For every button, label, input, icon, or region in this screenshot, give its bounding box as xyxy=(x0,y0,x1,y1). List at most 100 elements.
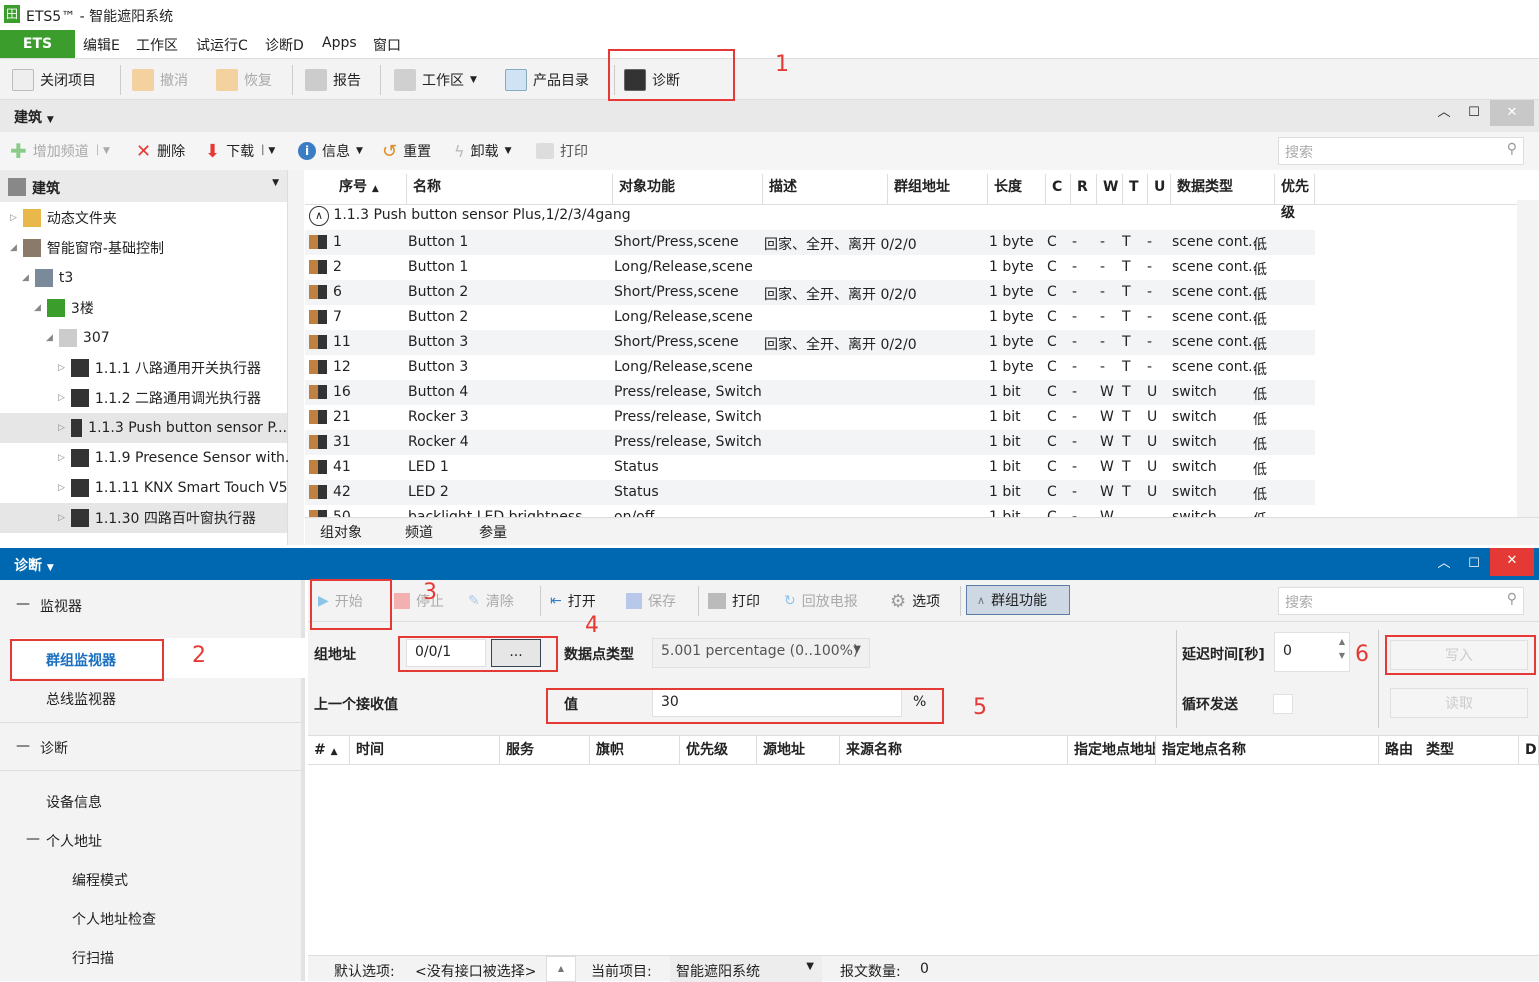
nav-device-info[interactable]: 设备信息 xyxy=(46,792,102,812)
download-button[interactable]: ⬇ 下载 │ ▼ xyxy=(205,138,275,164)
tab-parameters[interactable]: 参量 xyxy=(479,522,507,542)
collapse-icon[interactable]: ︿ xyxy=(1428,100,1460,126)
spinner-arrows-icon[interactable]: ▲ ▼ xyxy=(1339,635,1345,663)
maximize-icon[interactable]: ☐ xyxy=(1458,551,1490,577)
undo-button[interactable]: 撤消 xyxy=(132,67,188,93)
options-button[interactable]: ⚙ 选项 xyxy=(890,588,940,614)
expand-arrow-icon[interactable]: ▷ xyxy=(58,393,65,403)
tree-item[interactable]: ◢ 智能窗帘-基础控制 xyxy=(10,233,164,263)
menu-apps[interactable]: Apps xyxy=(322,35,357,51)
menu-commissioning[interactable]: 试运行C xyxy=(196,35,248,55)
cyclic-checkbox[interactable] xyxy=(1273,694,1293,714)
nav-monitor[interactable]: 监视器 xyxy=(40,596,82,616)
tree-item[interactable]: ▷ 1.1.2 二路通用调光执行器 xyxy=(58,383,261,413)
nav-address-check[interactable]: 个人地址检查 xyxy=(72,909,156,929)
table-row[interactable]: 7 Button 2 Long/Release,scene 1 byte C - - T - sc… xyxy=(305,305,1315,330)
catalog-button[interactable]: 产品目录 xyxy=(505,67,589,93)
ets-menu-button[interactable]: ETS xyxy=(0,30,75,58)
expand-arrow-icon[interactable]: ◢ xyxy=(22,273,29,283)
log-column-header[interactable]: 路由 xyxy=(1379,736,1420,764)
dpt-select[interactable]: 5.001 percentage (0..100%) ▼ xyxy=(652,638,870,668)
expand-arrow-icon[interactable]: ▷ xyxy=(58,483,65,493)
interface-picker-button[interactable]: ▲ xyxy=(546,956,576,982)
add-channel-button[interactable]: ✚ 增加频道 │ ▼ xyxy=(10,138,110,164)
table-row[interactable]: 1 Button 1 Short/Press,scene 回家、全开、离开 0/2/0… xyxy=(305,230,1315,255)
expand-arrow-icon[interactable]: ▷ xyxy=(58,423,65,433)
tree-item[interactable]: ▷ 1.1.1 八路通用开关执行器 xyxy=(58,353,261,383)
tab-group-objects[interactable]: 组对象 xyxy=(320,522,362,542)
redo-button[interactable]: 恢复 xyxy=(216,67,272,93)
tree-item[interactable]: ▷ 1.1.3 Push button sensor P... xyxy=(0,413,287,443)
tab-channels[interactable]: 频道 xyxy=(405,522,433,542)
group-functions-toggle[interactable]: ∧ 群组功能 xyxy=(966,585,1070,615)
maximize-icon[interactable]: ☐ xyxy=(1458,100,1490,126)
save-button[interactable]: 保存 xyxy=(626,588,676,614)
building-search-input[interactable]: 搜索 ⚲ xyxy=(1278,137,1524,165)
nav-individual-address[interactable]: 个人地址 xyxy=(46,831,102,851)
table-row[interactable]: 50 backlight LED brightness on/off 1 bit C - W… xyxy=(305,505,1315,517)
log-column-header[interactable]: 优先级 xyxy=(680,736,757,764)
table-row[interactable]: 31 Rocker 4 Press/release, Switch 1 bit C - W T… xyxy=(305,430,1315,455)
close-project-button[interactable]: 关闭项目 xyxy=(12,67,96,93)
unload-button[interactable]: ϟ 卸载 ▼ xyxy=(454,138,511,164)
nav-diagnostics[interactable]: 诊断 xyxy=(40,738,68,758)
building-panel-title[interactable]: 建筑 ▼ xyxy=(14,107,54,127)
delay-spinner[interactable]: 0 ▲ ▼ xyxy=(1274,632,1350,672)
column-header[interactable]: 优先级 xyxy=(1275,174,1315,221)
workspace-button[interactable]: 工作区 ▼ xyxy=(394,67,477,93)
column-header[interactable]: 数据类型 xyxy=(1171,174,1275,204)
column-header[interactable]: 长度 xyxy=(988,174,1046,204)
expand-arrow-icon[interactable]: ◢ xyxy=(34,303,41,313)
expand-arrow-icon[interactable]: ◢ xyxy=(10,243,17,253)
log-column-header[interactable]: 源地址 xyxy=(757,736,840,764)
menu-edit[interactable]: 编辑E xyxy=(83,35,120,55)
replay-button[interactable]: ↻ 回放电报 xyxy=(784,588,858,614)
delete-button[interactable]: ✕ 删除 xyxy=(136,138,185,164)
diagnostics-panel-title[interactable]: 诊断 ▼ xyxy=(14,555,54,575)
table-row[interactable]: 2 Button 1 Long/Release,scene 1 byte C - - T - sc… xyxy=(305,255,1315,280)
collapse-group-icon[interactable]: ∧ xyxy=(309,206,329,226)
grid-scrollbar[interactable] xyxy=(1517,200,1539,517)
collapse-monitor-icon[interactable]: — xyxy=(16,596,30,612)
collapse-icon[interactable]: ︿ xyxy=(1428,551,1460,577)
group-header[interactable]: ∧ 1.1.3 Push button sensor Plus,1/2/3/4g… xyxy=(309,206,631,226)
table-row[interactable]: 6 Button 2 Short/Press,scene 回家、全开、离开 0/2/0… xyxy=(305,280,1315,305)
log-column-header[interactable]: 旗帜 xyxy=(590,736,680,764)
column-header[interactable]: 描述 xyxy=(763,174,888,204)
expand-arrow-icon[interactable]: ▷ xyxy=(58,453,65,463)
nav-line-scan[interactable]: 行扫描 xyxy=(72,948,114,968)
collapse-address-icon[interactable]: — xyxy=(26,831,40,847)
expand-arrow-icon[interactable]: ▷ xyxy=(58,513,65,523)
tree-item[interactable]: ▷ 动态文件夹 xyxy=(10,203,117,233)
table-row[interactable]: 16 Button 4 Press/release, Switch 1 bit C - W T… xyxy=(305,380,1315,405)
column-header[interactable]: 序号 ▲ xyxy=(333,174,407,204)
tree-item[interactable]: ▷ 1.1.11 KNX Smart Touch V50 xyxy=(58,473,296,503)
reset-button[interactable]: ↺ 重置 xyxy=(382,138,431,164)
log-column-header[interactable]: 指定地点地址 xyxy=(1068,736,1156,764)
close-icon[interactable]: ✕ xyxy=(1490,100,1534,126)
column-header[interactable]: U xyxy=(1148,174,1171,204)
expand-arrow-icon[interactable]: ◢ xyxy=(46,333,53,343)
tree-item[interactable]: ▷ 1.1.30 四路百叶窗执行器 xyxy=(0,503,287,533)
log-column-header[interactable]: 指定地点名称 xyxy=(1156,736,1379,764)
expand-arrow-icon[interactable]: ▷ xyxy=(10,213,17,223)
close-icon[interactable]: ✕ xyxy=(1490,548,1534,576)
column-header[interactable]: 群组地址 xyxy=(888,174,988,204)
print-log-button[interactable]: 打印 xyxy=(708,588,760,614)
table-row[interactable]: 42 LED 2 Status 1 bit C - W T Uswitch 低 xyxy=(305,480,1315,505)
read-button[interactable]: 读取 xyxy=(1390,688,1528,718)
info-button[interactable]: i 信息 ▼ xyxy=(298,138,363,164)
log-column-header[interactable]: D xyxy=(1519,736,1539,764)
open-button[interactable]: ⇤ 打开 xyxy=(550,588,596,614)
column-header[interactable]: C xyxy=(1046,174,1071,204)
tree-item[interactable]: ◢ 3楼 xyxy=(34,293,94,323)
column-header[interactable]: T xyxy=(1123,174,1148,204)
nav-programming-mode[interactable]: 编程模式 xyxy=(72,870,128,890)
tree-scrollbar[interactable] xyxy=(288,170,304,545)
menu-window[interactable]: 窗口 xyxy=(373,35,401,55)
log-column-header[interactable]: 时间 xyxy=(350,736,500,764)
log-column-header[interactable]: 服务 xyxy=(500,736,590,764)
column-header[interactable]: R xyxy=(1071,174,1097,204)
log-column-header[interactable]: 类型 xyxy=(1420,736,1519,764)
expand-arrow-icon[interactable]: ▷ xyxy=(58,363,65,373)
